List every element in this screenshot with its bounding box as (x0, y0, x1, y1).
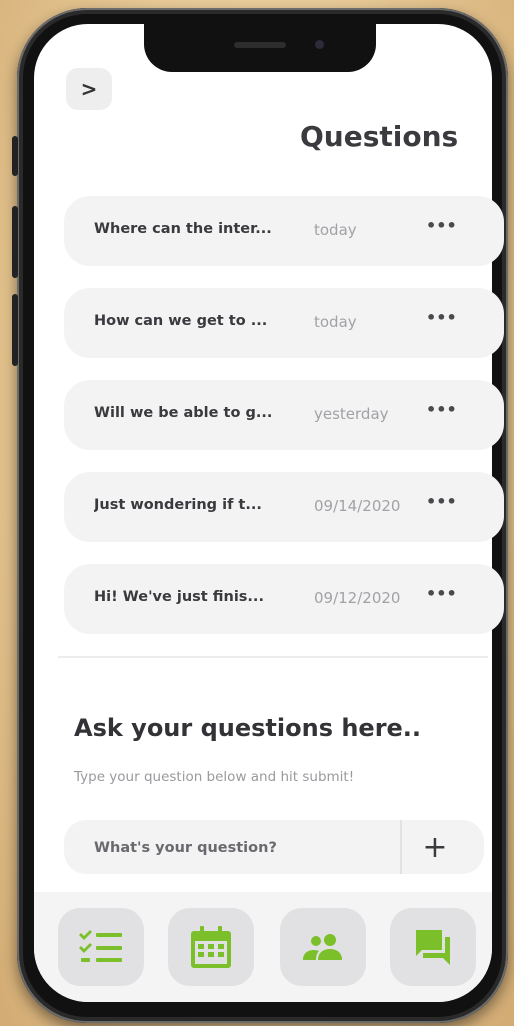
question-row[interactable]: Just wondering if t... 09/14/2020 ••• (64, 472, 504, 542)
question-row[interactable]: How can we get to ... today ••• (64, 288, 504, 358)
ask-section-title: Ask your questions here.. (74, 714, 422, 742)
question-text: Will we be able to g... (94, 405, 273, 421)
chat-icon (416, 930, 450, 965)
question-date: today (314, 221, 357, 239)
section-divider (58, 656, 488, 658)
question-date: 09/12/2020 (314, 589, 401, 607)
phone-notch (144, 24, 376, 72)
more-options-icon[interactable]: ••• (426, 584, 457, 603)
question-date: 09/14/2020 (314, 497, 401, 515)
question-row[interactable]: Hi! We've just finis... 09/12/2020 ••• (64, 564, 504, 634)
people-icon (303, 934, 342, 960)
input-separator (400, 820, 402, 874)
nav-button-chat[interactable] (390, 908, 476, 986)
side-button-volume-down (12, 294, 18, 366)
question-text: Hi! We've just finis... (94, 589, 264, 605)
question-date: yesterday (314, 405, 389, 423)
more-options-icon[interactable]: ••• (426, 400, 457, 419)
question-row[interactable]: Will we be able to g... yesterday ••• (64, 380, 504, 450)
nav-button-questions-list[interactable] (58, 908, 144, 986)
more-options-icon[interactable]: ••• (426, 216, 457, 235)
side-button-volume-up (12, 206, 18, 278)
nav-button-calendar[interactable] (168, 908, 254, 986)
question-text: Where can the inter... (94, 221, 272, 237)
checklist-icon (79, 930, 122, 962)
front-camera (315, 40, 324, 49)
ask-section-subtitle: Type your question below and hit submit! (74, 769, 355, 785)
speaker-grille (234, 42, 286, 48)
back-button[interactable]: > (66, 68, 112, 110)
question-input-container: + (64, 820, 484, 874)
add-question-button[interactable]: + (404, 820, 466, 874)
more-options-icon[interactable]: ••• (426, 308, 457, 327)
question-input[interactable] (92, 832, 396, 864)
question-text: Just wondering if t... (94, 497, 262, 513)
nav-button-people[interactable] (280, 908, 366, 986)
page-title: Questions (300, 120, 459, 153)
question-date: today (314, 313, 357, 331)
question-row[interactable]: Where can the inter... today ••• (64, 196, 504, 266)
question-text: How can we get to ... (94, 313, 268, 329)
side-button-silent (12, 136, 18, 176)
more-options-icon[interactable]: ••• (426, 492, 457, 511)
calendar-icon (191, 926, 231, 968)
bottom-nav-bar (34, 892, 492, 1002)
